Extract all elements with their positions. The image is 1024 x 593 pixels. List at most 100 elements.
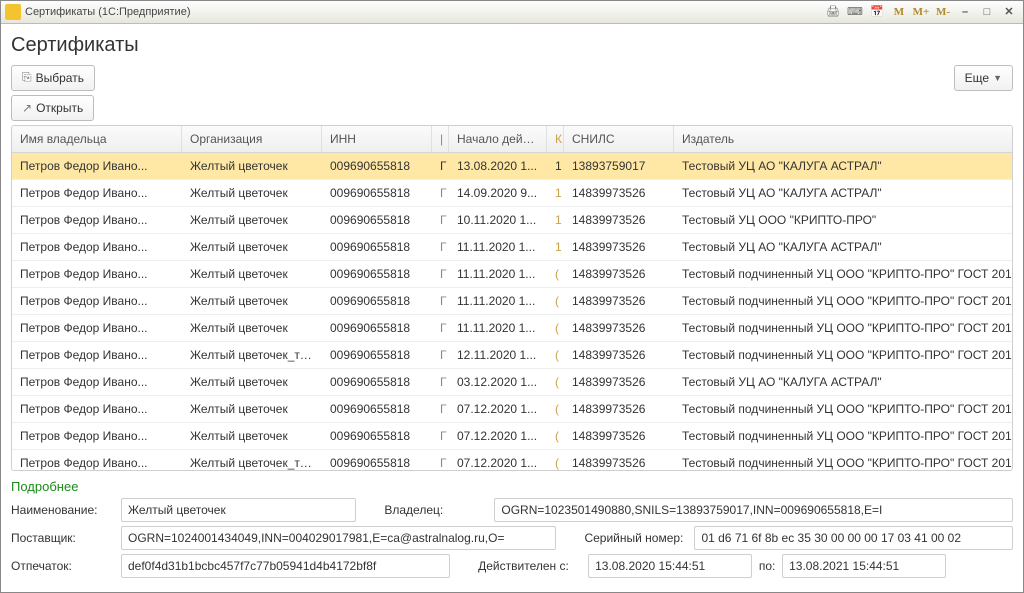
minimize-button[interactable]: –: [955, 4, 975, 20]
cell-start: 13.08.2020 1...: [449, 159, 547, 173]
table-row[interactable]: Петров Федор Ивано...Желтый цветочек_те.…: [12, 342, 1013, 369]
cell-org: Желтый цветочек: [182, 429, 322, 443]
cell-owner: Петров Федор Ивано...: [12, 348, 182, 362]
cell-g1: Г: [432, 456, 449, 470]
cell-issuer: Тестовый подчиненный УЦ ООО "КРИПТО-ПРО"…: [674, 267, 1013, 281]
col-snils[interactable]: СНИЛС: [564, 126, 674, 152]
calc-icon[interactable]: ⌨: [845, 4, 865, 20]
certificates-table: Имя владельца Организация ИНН | Начало д…: [11, 125, 1013, 471]
maximize-button[interactable]: □: [977, 4, 997, 20]
table-row[interactable]: Петров Федор Ивано...Желтый цветочек0096…: [12, 153, 1013, 180]
memory-m-button[interactable]: M: [889, 4, 909, 20]
cell-snils: 14839973526: [564, 429, 674, 443]
cell-g1: Г: [432, 429, 449, 443]
table-row[interactable]: Петров Федор Ивано...Желтый цветочек0096…: [12, 396, 1013, 423]
cell-org: Желтый цветочек: [182, 240, 322, 254]
table-row[interactable]: Петров Федор Ивано...Желтый цветочек0096…: [12, 288, 1013, 315]
content-area: Сертификаты ⎘ Выбрать Еще ▼ ↗ Открыть И: [1, 24, 1023, 592]
col-divider-2[interactable]: К: [547, 126, 564, 152]
table-row[interactable]: Петров Федор Ивано...Желтый цветочек0096…: [12, 234, 1013, 261]
window-title: Сертификаты (1С:Предприятие): [25, 6, 190, 18]
cell-issuer: Тестовый УЦ АО "КАЛУГА АСТРАЛ": [674, 186, 1013, 200]
col-owner[interactable]: Имя владельца: [12, 126, 182, 152]
table-row[interactable]: Петров Федор Ивано...Желтый цветочек0096…: [12, 369, 1013, 396]
cell-start: 14.09.2020 9...: [449, 186, 547, 200]
col-divider-1[interactable]: |: [432, 126, 449, 152]
cell-start: 10.11.2020 1...: [449, 213, 547, 227]
cell-g1: Г: [432, 159, 449, 173]
cell-inn: 009690655818: [322, 429, 432, 443]
select-button-label: Выбрать: [36, 71, 84, 85]
serial-label: Серийный номер:: [584, 531, 694, 545]
cell-issuer: Тестовый подчиненный УЦ ООО "КРИПТО-ПРО"…: [674, 294, 1013, 308]
cell-owner: Петров Федор Ивано...: [12, 402, 182, 416]
supplier-label: Поставщик:: [11, 531, 121, 545]
close-button[interactable]: ✕: [999, 4, 1019, 20]
table-row[interactable]: Петров Федор Ивано...Желтый цветочек0096…: [12, 261, 1013, 288]
valid-from-field[interactable]: 13.08.2020 15:44:51: [588, 554, 752, 578]
col-org[interactable]: Организация: [182, 126, 322, 152]
memory-mminus-button[interactable]: M-: [933, 4, 953, 20]
cell-inn: 009690655818: [322, 375, 432, 389]
select-button[interactable]: ⎘ Выбрать: [11, 65, 95, 91]
details-panel: Подробнее Наименование: Желтый цветочек …: [11, 479, 1013, 582]
select-icon: ⎘: [22, 70, 32, 85]
calendar-icon[interactable]: 📅: [867, 4, 887, 20]
memory-mplus-button[interactable]: M+: [911, 4, 931, 20]
cell-org: Желтый цветочек: [182, 213, 322, 227]
table-row[interactable]: Петров Федор Ивано...Желтый цветочек0096…: [12, 423, 1013, 450]
cell-start: 12.11.2020 1...: [449, 348, 547, 362]
col-issuer[interactable]: Издатель: [674, 126, 1013, 152]
col-start[interactable]: Начало дейс...: [449, 126, 547, 152]
table-body[interactable]: Петров Федор Ивано...Желтый цветочек0096…: [12, 153, 1013, 470]
cell-owner: Петров Федор Ивано...: [12, 240, 182, 254]
cell-issuer: Тестовый УЦ ООО "КРИПТО-ПРО": [674, 213, 1013, 227]
more-button-label: Еще: [965, 71, 989, 85]
open-button[interactable]: ↗ Открыть: [11, 95, 94, 121]
print-icon[interactable]: 🖨: [823, 4, 843, 20]
cell-inn: 009690655818: [322, 321, 432, 335]
cell-g2: 1: [547, 186, 564, 200]
name-field[interactable]: Желтый цветочек: [121, 498, 356, 522]
supplier-field[interactable]: OGRN=1024001434049,INN=004029017981,E=ca…: [121, 526, 556, 550]
table-row[interactable]: Петров Федор Ивано...Желтый цветочек0096…: [12, 315, 1013, 342]
serial-field[interactable]: 01 d6 71 6f 8b ec 35 30 00 00 00 17 03 4…: [694, 526, 1013, 550]
cell-start: 07.12.2020 1...: [449, 429, 547, 443]
cell-snils: 14839973526: [564, 213, 674, 227]
cell-issuer: Тестовый подчиненный УЦ ООО "КРИПТО-ПРО"…: [674, 456, 1013, 470]
cell-owner: Петров Федор Ивано...: [12, 213, 182, 227]
owner-field[interactable]: OGRN=1023501490880,SNILS=13893759017,INN…: [494, 498, 1013, 522]
name-label: Наименование:: [11, 503, 121, 517]
cell-g1: Г: [432, 375, 449, 389]
cell-g2: 1: [547, 213, 564, 227]
cell-start: 11.11.2020 1...: [449, 321, 547, 335]
table-row[interactable]: Петров Федор Ивано...Желтый цветочек_те.…: [12, 450, 1013, 470]
cell-owner: Петров Федор Ивано...: [12, 267, 182, 281]
app-window: Сертификаты (1С:Предприятие) 🖨 ⌨ 📅 M M+ …: [0, 0, 1024, 593]
cell-inn: 009690655818: [322, 456, 432, 470]
table-header: Имя владельца Организация ИНН | Начало д…: [12, 126, 1013, 153]
cell-g2: (: [547, 348, 564, 362]
cell-owner: Петров Федор Ивано...: [12, 321, 182, 335]
cell-owner: Петров Федор Ивано...: [12, 375, 182, 389]
cell-g2: (: [547, 321, 564, 335]
valid-to-field[interactable]: 13.08.2021 15:44:51: [782, 554, 946, 578]
cell-inn: 009690655818: [322, 402, 432, 416]
page-title: Сертификаты: [11, 34, 1013, 57]
cell-g2: (: [547, 429, 564, 443]
toolbar: ⎘ Выбрать Еще ▼: [11, 65, 1013, 91]
more-button[interactable]: Еще ▼: [954, 65, 1013, 91]
cell-snils: 14839973526: [564, 240, 674, 254]
cell-inn: 009690655818: [322, 159, 432, 173]
table-row[interactable]: Петров Федор Ивано...Желтый цветочек0096…: [12, 207, 1013, 234]
cell-g2: 1: [547, 159, 564, 173]
cell-g1: Г: [432, 294, 449, 308]
col-inn[interactable]: ИНН: [322, 126, 432, 152]
table-row[interactable]: Петров Федор Ивано...Желтый цветочек0096…: [12, 180, 1013, 207]
cell-g1: Г: [432, 186, 449, 200]
cell-snils: 14839973526: [564, 267, 674, 281]
cell-org: Желтый цветочек: [182, 402, 322, 416]
thumb-field[interactable]: def0f4d31b1bcbc457f7c77b05941d4b4172bf8f: [121, 554, 450, 578]
cell-g2: (: [547, 375, 564, 389]
cell-inn: 009690655818: [322, 213, 432, 227]
